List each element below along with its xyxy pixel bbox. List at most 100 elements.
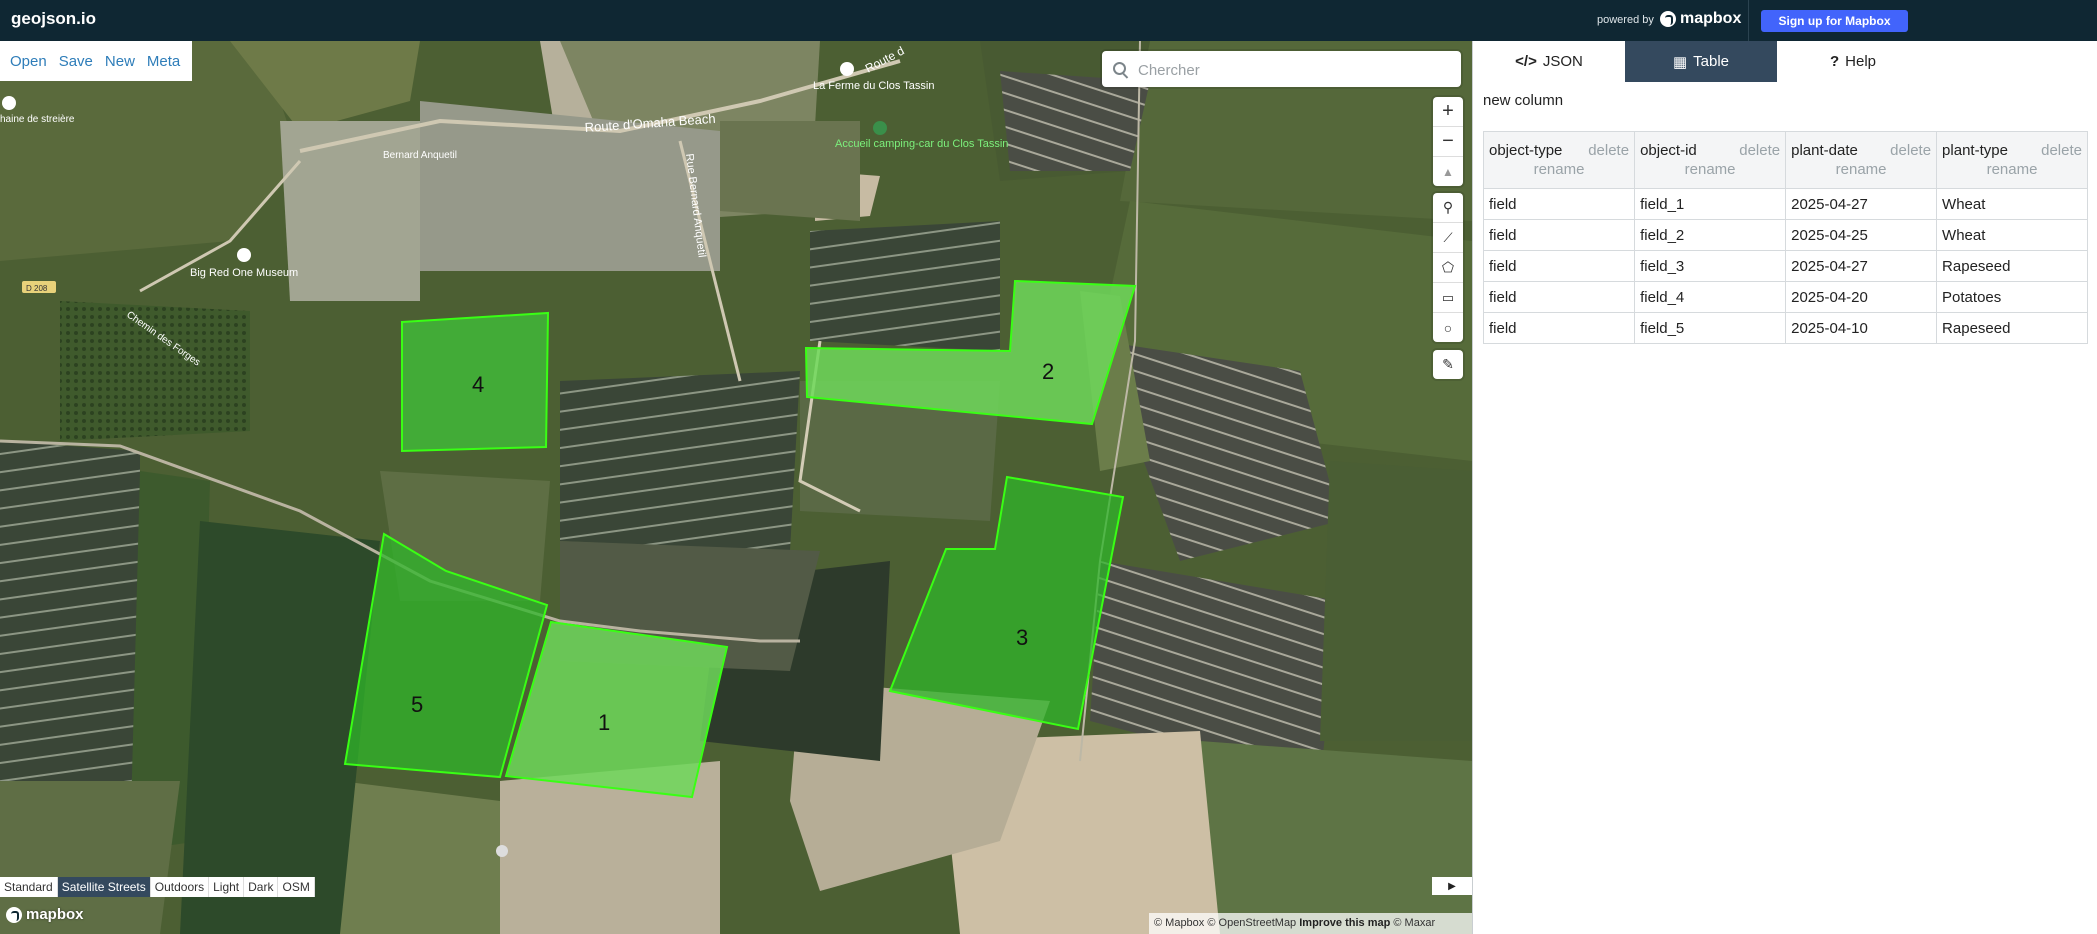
column-header: object-type delete rename — [1482, 131, 1636, 189]
cell-object-type[interactable]: field — [1482, 312, 1636, 344]
cell-plant-date[interactable]: 2025-04-10 — [1785, 312, 1938, 344]
draw-line-button[interactable]: ⟋ — [1433, 223, 1463, 253]
draw-point-button[interactable]: ⚲ — [1433, 193, 1463, 223]
marker-icon: ⚲ — [1442, 199, 1454, 215]
tab-table-label: Table — [1693, 53, 1730, 70]
cell-object-id[interactable]: field_3 — [1634, 250, 1787, 282]
new-column-button[interactable]: new column — [1483, 92, 1563, 109]
style-osm[interactable]: OSM — [278, 877, 315, 897]
field-2-label: 2 — [1042, 359, 1054, 384]
polygon-icon: ⬠ — [1441, 259, 1455, 275]
draw-circle-button[interactable]: ○ — [1433, 313, 1463, 342]
cell-plant-type[interactable]: Potatoes — [1936, 281, 2088, 313]
rename-column-button[interactable]: rename — [1791, 161, 1931, 178]
map-style-switcher: Standard Satellite Streets Outdoors Ligh… — [0, 877, 315, 897]
signup-button[interactable]: Sign up for Mapbox — [1761, 10, 1908, 32]
mapbox-watermark[interactable]: mapbox — [6, 906, 84, 923]
style-outdoors[interactable]: Outdoors — [151, 877, 210, 897]
place-label-bernard: Bernard Anquetil — [383, 150, 457, 161]
line-icon: ⟋ — [1443, 229, 1453, 245]
zoom-out-button[interactable]: − — [1433, 127, 1463, 157]
table-row: field field_3 2025-04-27 Rapeseed — [1482, 250, 2088, 282]
rename-column-button[interactable]: rename — [1489, 161, 1629, 178]
collapse-sidebar-button[interactable]: ▶ — [1432, 877, 1472, 895]
delete-column-button[interactable]: delete — [2041, 142, 2082, 159]
attrib-improve[interactable]: Improve this map — [1299, 917, 1390, 929]
column-header: plant-date delete rename — [1785, 131, 1938, 189]
style-standard[interactable]: Standard — [0, 877, 58, 897]
cell-plant-type[interactable]: Wheat — [1936, 219, 2088, 251]
app-title[interactable]: geojson.io — [11, 9, 96, 29]
powered-by-label: powered by — [1597, 14, 1654, 26]
mapbox-icon — [1660, 11, 1676, 27]
poi-label-ferme: La Ferme du Clos Tassin — [813, 80, 934, 92]
triangle-right-icon: ▶ — [1448, 880, 1456, 892]
sidebar: </> JSON ▦ Table ? Help new column objec… — [1472, 41, 2097, 934]
table-icon: ▦ — [1672, 53, 1688, 71]
delete-column-button[interactable]: delete — [1890, 142, 1931, 159]
edit-icon: ✎ — [1442, 356, 1454, 372]
mapbox-logo-text: mapbox — [1680, 10, 1742, 27]
cell-plant-type[interactable]: Wheat — [1936, 188, 2088, 220]
tab-json[interactable]: </> JSON — [1473, 41, 1625, 82]
style-light[interactable]: Light — [209, 877, 245, 897]
style-satellite-streets[interactable]: Satellite Streets — [57, 877, 151, 897]
table-row: field field_4 2025-04-20 Potatoes — [1482, 281, 2088, 313]
column-name: plant-date — [1791, 142, 1858, 159]
style-dark[interactable]: Dark — [244, 877, 279, 897]
compass-button[interactable]: ▲ — [1433, 157, 1463, 186]
tab-table[interactable]: ▦ Table — [1625, 41, 1777, 82]
attrib-mapbox[interactable]: © Mapbox — [1154, 917, 1204, 929]
tab-help[interactable]: ? Help — [1777, 41, 1929, 82]
rectangle-icon: ▭ — [1441, 289, 1455, 305]
column-header: object-id delete rename — [1634, 131, 1787, 189]
field-1-label: 1 — [598, 710, 610, 735]
tab-help-label: Help — [1845, 53, 1877, 70]
edit-button[interactable]: ✎ — [1433, 350, 1463, 379]
delete-column-button[interactable]: delete — [1588, 142, 1629, 159]
cell-object-type[interactable]: field — [1482, 250, 1636, 282]
top-bar: geojson.io powered by mapbox Sign up for… — [0, 0, 2097, 41]
column-name: plant-type — [1942, 142, 2008, 159]
meta-menu[interactable]: Meta — [147, 53, 180, 70]
rename-column-button[interactable]: rename — [1942, 161, 2082, 178]
search-input[interactable] — [1136, 51, 1455, 89]
cell-object-type[interactable]: field — [1482, 188, 1636, 220]
open-menu[interactable]: Open — [10, 53, 47, 70]
column-name: object-id — [1640, 142, 1697, 159]
topbar-divider — [1748, 0, 1749, 41]
help-icon: ? — [1829, 53, 1840, 70]
delete-column-button[interactable]: delete — [1739, 142, 1780, 159]
draw-rectangle-button[interactable]: ▭ — [1433, 283, 1463, 313]
cell-object-id[interactable]: field_1 — [1634, 188, 1787, 220]
draw-polygon-button[interactable]: ⬠ — [1433, 253, 1463, 283]
cell-plant-date[interactable]: 2025-04-27 — [1785, 188, 1938, 220]
properties-table: object-type delete rename object-id delete… — [1482, 131, 2088, 344]
attrib-osm[interactable]: © OpenStreetMap — [1207, 917, 1296, 929]
cell-object-id[interactable]: field_4 — [1634, 281, 1787, 313]
field-3-label: 3 — [1016, 625, 1028, 650]
cell-plant-date[interactable]: 2025-04-27 — [1785, 250, 1938, 282]
field-5-label: 5 — [411, 692, 423, 717]
cell-object-type[interactable]: field — [1482, 281, 1636, 313]
cell-object-id[interactable]: field_2 — [1634, 219, 1787, 251]
cell-plant-date[interactable]: 2025-04-25 — [1785, 219, 1938, 251]
cell-plant-date[interactable]: 2025-04-20 — [1785, 281, 1938, 313]
mapbox-logo[interactable]: mapbox — [1660, 10, 1741, 28]
mapbox-watermark-text: mapbox — [26, 906, 84, 923]
cell-plant-type[interactable]: Rapeseed — [1936, 250, 2088, 282]
map-canvas[interactable]: 4 2 3 5 1 Route d'Omaha Beach Rue Bernar… — [0, 41, 1472, 934]
save-menu[interactable]: Save — [59, 53, 93, 70]
new-menu[interactable]: New — [105, 53, 135, 70]
attrib-maxar[interactable]: © Maxar — [1393, 917, 1435, 929]
cell-plant-type[interactable]: Rapeseed — [1936, 312, 2088, 344]
place-label-chaine: haine de streière — [0, 114, 75, 125]
cell-object-type[interactable]: field — [1482, 219, 1636, 251]
edit-controls: ✎ — [1433, 350, 1463, 379]
table-row: field field_2 2025-04-25 Wheat — [1482, 219, 2088, 251]
column-header: plant-type delete rename — [1936, 131, 2088, 189]
zoom-in-button[interactable]: + — [1433, 97, 1463, 127]
cell-object-id[interactable]: field_5 — [1634, 312, 1787, 344]
rename-column-button[interactable]: rename — [1640, 161, 1780, 178]
plus-icon: + — [1442, 100, 1454, 122]
